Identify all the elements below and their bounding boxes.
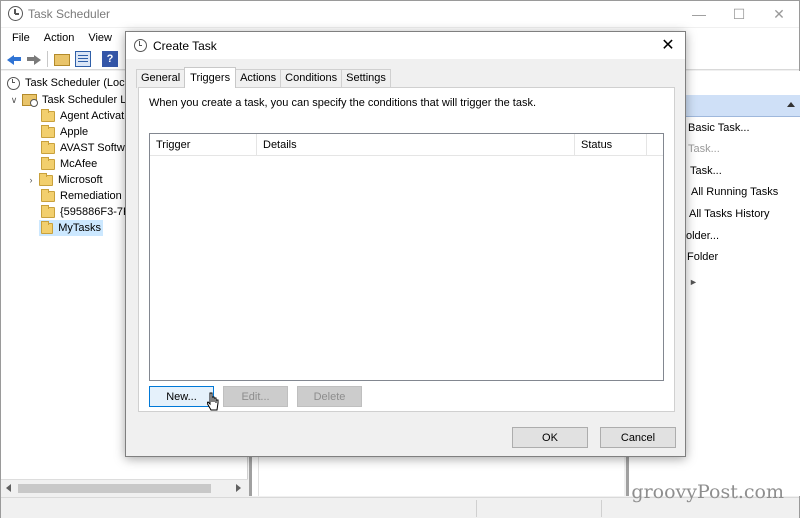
ok-button[interactable]: OK (512, 427, 588, 448)
triggers-list-header: Trigger Details Status (150, 134, 663, 156)
tab-conditions[interactable]: Conditions (280, 69, 343, 88)
action-new-folder[interactable]: older... (686, 230, 719, 242)
triggers-list[interactable]: Trigger Details Status (149, 133, 664, 381)
tab-triggers[interactable]: Triggers (184, 67, 237, 88)
tree-folder[interactable]: Apple (41, 124, 88, 140)
tree-folder-label: Microsoft (58, 174, 103, 186)
column-header-details[interactable]: Details (257, 134, 575, 156)
toolbar-separator (47, 51, 48, 67)
tree-folder-label: MyTasks (58, 222, 101, 234)
tree-folder-label: AVAST Softwar (60, 142, 135, 154)
folder-icon (41, 108, 55, 122)
clock-icon (134, 39, 147, 52)
menu-view[interactable]: View (81, 32, 119, 44)
folder-icon (41, 140, 55, 154)
action-import-task[interactable]: Task... (690, 165, 722, 177)
watermark: groovyPost.com (631, 481, 784, 503)
forward-arrow-icon[interactable] (25, 51, 41, 67)
column-header-trigger[interactable]: Trigger (150, 134, 257, 156)
folder-icon (41, 188, 55, 202)
new-trigger-button[interactable]: New... (149, 386, 214, 407)
column-header-status[interactable]: Status (575, 134, 647, 156)
tree-folder[interactable]: McAfee (41, 156, 97, 172)
tree-folder[interactable]: Agent Activati (41, 108, 127, 124)
clock-icon (8, 6, 23, 21)
tree-root[interactable]: Task Scheduler (Local (7, 75, 133, 91)
folder-icon (41, 204, 55, 218)
mouse-pointer-icon (207, 392, 219, 411)
edit-trigger-button[interactable]: Edit... (223, 386, 288, 407)
triggers-instruction: When you create a task, you can specify … (149, 97, 537, 109)
folder-icon (39, 172, 53, 186)
scroll-right-icon[interactable] (236, 484, 241, 492)
dialog-title-bar: Create Task ✕ (126, 32, 685, 59)
cancel-button[interactable]: Cancel (600, 427, 676, 448)
submenu-arrow-icon[interactable]: ► (689, 277, 698, 287)
maximize-button[interactable]: ☐ (719, 1, 759, 27)
delete-trigger-button[interactable]: Delete (297, 386, 362, 407)
action-display-running-tasks[interactable]: All Running Tasks (691, 186, 778, 198)
action-delete-folder[interactable]: Folder (687, 251, 718, 263)
tab-settings[interactable]: Settings (341, 69, 391, 88)
show-hide-tree-icon[interactable] (75, 51, 91, 67)
collapse-caret-icon[interactable] (787, 102, 795, 107)
tab-general[interactable]: General (136, 69, 186, 88)
folder-icon (41, 220, 54, 234)
tree-folder-label: Remediation (60, 190, 122, 202)
tree-folder[interactable]: AVAST Softwar (41, 140, 135, 156)
action-create-basic-task[interactable]: Basic Task... (688, 122, 750, 134)
collapsed-chevron-icon[interactable]: › (26, 175, 36, 185)
dialog-close-button[interactable]: ✕ (655, 33, 681, 57)
menu-file[interactable]: File (5, 32, 37, 44)
close-button[interactable]: ✕ (759, 1, 799, 27)
tree-folder-selected[interactable]: MyTasks (39, 220, 103, 236)
tab-actions[interactable]: Actions (235, 69, 282, 88)
expanded-chevron-icon[interactable]: ∨ (9, 95, 19, 106)
dialog-title: Create Task (153, 39, 217, 53)
tree-horizontal-scrollbar[interactable] (1, 479, 248, 496)
tree-library[interactable]: ∨ Task Scheduler Libr (9, 92, 139, 108)
action-create-task[interactable]: Task... (688, 143, 720, 155)
dialog-tabs: General Triggers Actions Conditions Sett… (136, 67, 391, 88)
action-enable-history[interactable]: All Tasks History (689, 208, 769, 220)
back-arrow-icon[interactable] (7, 51, 23, 67)
task-list-area (249, 456, 624, 496)
tree-folder[interactable]: Remediation (41, 188, 122, 204)
folder-icon (41, 124, 55, 138)
tree-folder[interactable]: {595886F3-7FE (41, 204, 137, 220)
tree-folder-label: McAfee (60, 158, 98, 170)
folder-icon (41, 156, 55, 170)
up-folder-icon[interactable] (54, 54, 70, 66)
clock-icon (7, 76, 20, 90)
scroll-thumb[interactable] (18, 484, 211, 493)
tree-folder-label: Apple (60, 126, 89, 138)
minimize-button[interactable]: — (679, 1, 719, 27)
scroll-left-icon[interactable] (6, 484, 11, 492)
menu-action[interactable]: Action (37, 32, 82, 44)
triggers-tab-panel: When you create a task, you can specify … (138, 87, 675, 412)
main-title-bar: Task Scheduler — ☐ ✕ (1, 1, 799, 27)
tree-folder-label: Agent Activati (60, 110, 127, 122)
tree-root-label: Task Scheduler (Local (25, 77, 134, 89)
tree-folder[interactable]: › Microsoft (26, 172, 103, 188)
main-window-title: Task Scheduler (28, 7, 111, 21)
help-icon[interactable]: ? (102, 51, 118, 67)
library-folder-icon (22, 94, 38, 107)
